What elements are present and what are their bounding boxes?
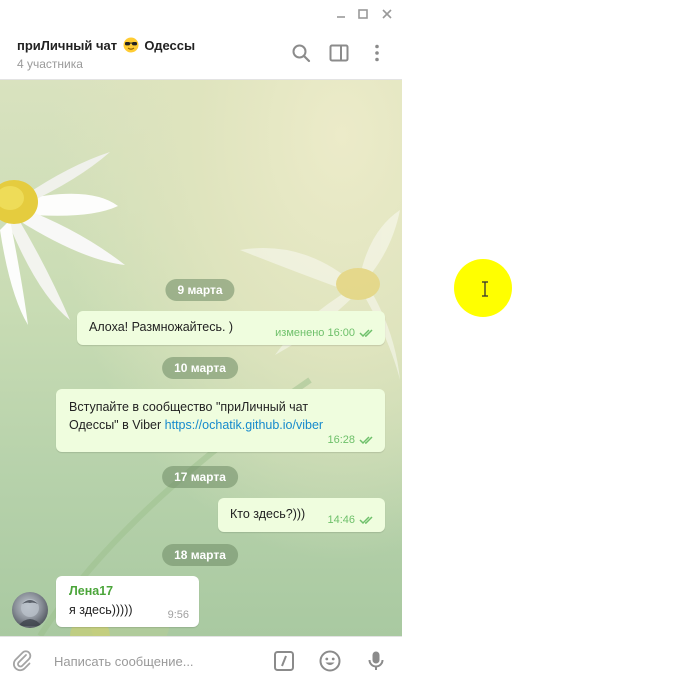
chat-header: приЛичный чат Одессы 4 участника	[0, 28, 402, 80]
message-text-line1: Вступайте в сообщество "приЛичный чат	[69, 400, 309, 414]
message-text: я здесь)))))	[69, 603, 133, 617]
date-separator: 18 марта	[162, 544, 238, 566]
close-button[interactable]	[379, 6, 395, 22]
message-time: изменено 16:00	[275, 327, 355, 339]
message-composer	[0, 636, 402, 684]
minimize-icon	[337, 16, 345, 18]
message-text-line2: Одессы" в Viber	[69, 418, 165, 432]
outgoing-message[interactable]: Вступайте в сообщество "приЛичный чат Од…	[56, 389, 385, 452]
date-separator: 10 марта	[162, 357, 238, 379]
double-check-icon	[359, 436, 373, 445]
incoming-message[interactable]: Лена17 я здесь))))) 9:56	[56, 576, 199, 627]
double-check-icon	[359, 516, 373, 525]
message-meta: изменено 16:00	[275, 327, 375, 339]
message-time: 16:28	[327, 434, 355, 446]
telegram-window: приЛичный чат Одессы 4 участника 9 марта…	[0, 0, 402, 684]
message-meta: 14:46	[327, 514, 375, 526]
emoji-icon[interactable]	[318, 649, 342, 673]
sidebar-toggle-icon[interactable]	[328, 42, 350, 64]
message-text: Кто здесь?)))	[230, 507, 306, 521]
message-time: 9:56	[167, 609, 189, 621]
chat-title[interactable]: приЛичный чат Одессы	[17, 37, 195, 53]
avatar[interactable]	[12, 592, 48, 628]
chat-title-text-end: Одессы	[144, 38, 196, 53]
message-input[interactable]	[52, 650, 256, 672]
chat-title-text: приЛичный чат	[17, 38, 118, 53]
commands-icon[interactable]	[272, 649, 296, 673]
chat-member-count: 4 участника	[17, 57, 83, 71]
message-time: 14:46	[327, 514, 355, 526]
message-text-block: Вступайте в сообщество "приЛичный чат Од…	[69, 398, 323, 434]
sender-name[interactable]: Лена17	[69, 584, 113, 598]
message-meta: 16:28	[327, 434, 375, 446]
microphone-icon[interactable]	[364, 649, 388, 673]
date-separator: 9 марта	[165, 279, 235, 301]
maximize-button[interactable]	[355, 6, 371, 22]
message-link[interactable]: https://ochatik.github.io/viber	[165, 418, 323, 432]
text-cursor-icon	[482, 281, 488, 297]
attach-icon[interactable]	[10, 649, 34, 673]
message-list[interactable]: 9 марта Алоха! Размножайтесь. ) изменено…	[0, 80, 402, 636]
more-vert-icon[interactable]	[366, 42, 388, 64]
avatar-image	[18, 599, 42, 626]
outgoing-message[interactable]: Кто здесь?))) 14:46	[218, 498, 385, 532]
message-text: Алоха! Размножайтесь. )	[89, 320, 234, 334]
search-icon[interactable]	[290, 42, 312, 64]
outgoing-message[interactable]: Алоха! Размножайтесь. ) изменено 16:00	[77, 311, 385, 345]
double-check-icon	[359, 329, 373, 338]
maximize-icon	[358, 9, 368, 19]
message-meta: 9:56	[168, 609, 189, 621]
minimize-button[interactable]	[333, 6, 349, 22]
window-titlebar	[0, 0, 402, 28]
date-separator: 17 марта	[162, 466, 238, 488]
sunglasses-emoji-icon	[123, 37, 139, 53]
close-icon	[382, 9, 392, 19]
